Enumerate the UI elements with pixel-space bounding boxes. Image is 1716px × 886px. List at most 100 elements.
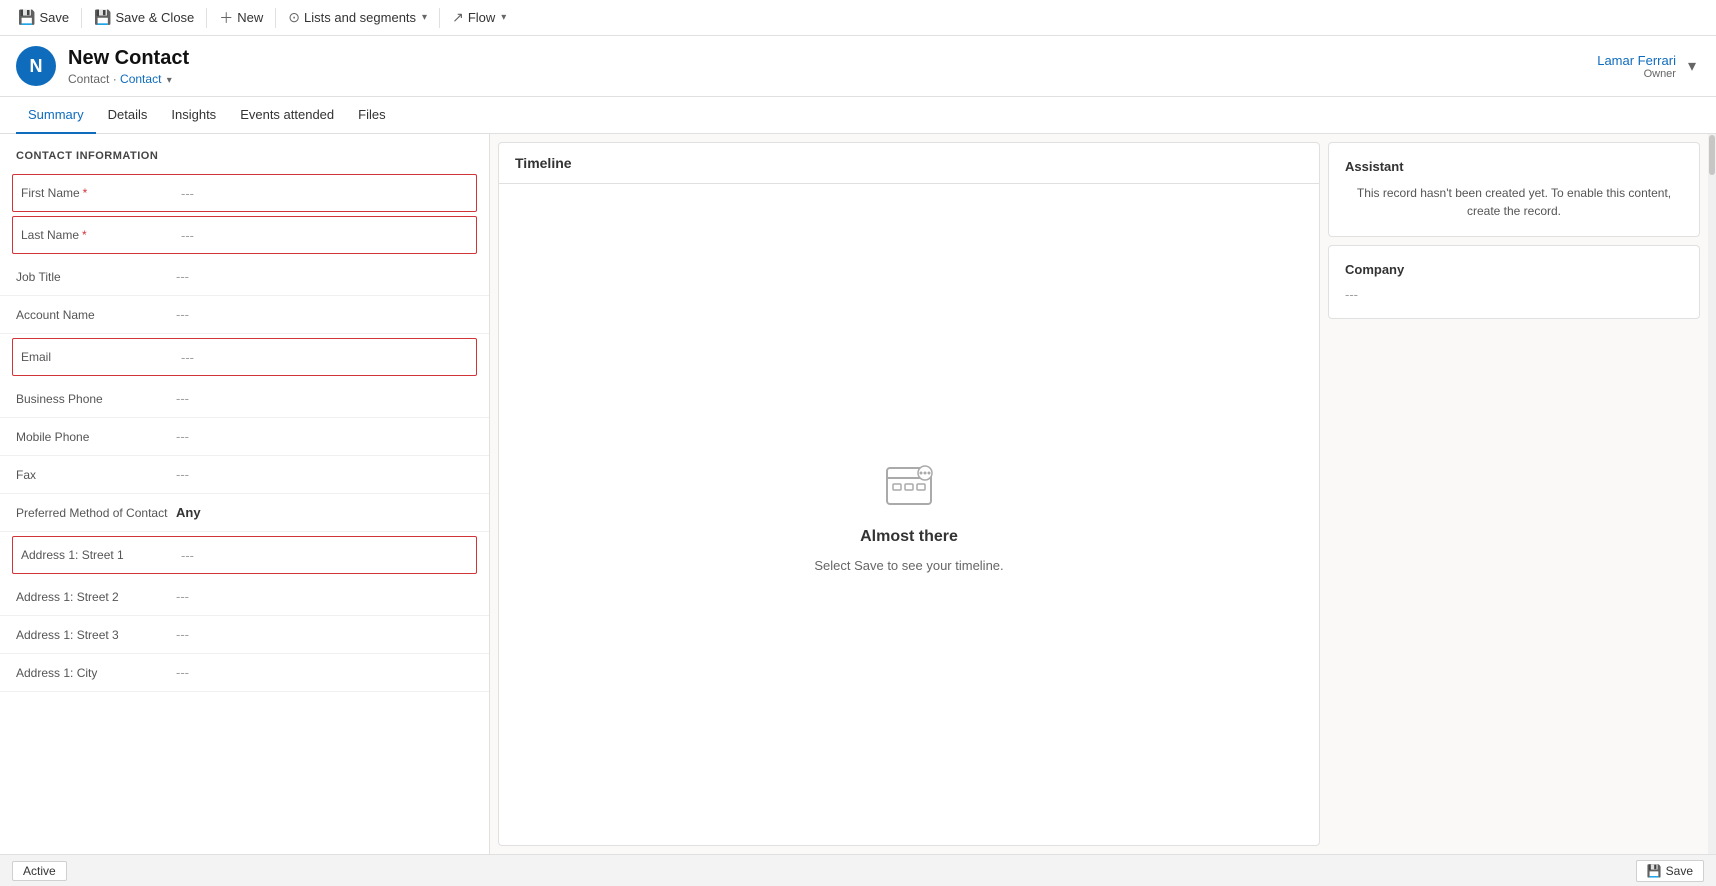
fax-value: ---	[176, 467, 473, 482]
owner-name[interactable]: Lamar Ferrari	[1597, 53, 1676, 68]
record-info: New Contact Contact · Contact ▾	[68, 47, 189, 86]
owner-role: Owner	[1597, 68, 1676, 80]
new-button[interactable]: ＋ New	[209, 0, 273, 36]
address-street3-label: Address 1: Street 3	[16, 628, 176, 642]
toolbar-separator-4	[439, 8, 440, 28]
flow-dropdown-arrow: ▾	[501, 12, 506, 23]
tab-details[interactable]: Details	[96, 97, 160, 134]
job-title-value: ---	[176, 269, 473, 284]
lists-segments-label: Lists and segments	[304, 10, 416, 25]
toolbar: 💾 Save 💾 Save & Close ＋ New ⊙ Lists and …	[0, 0, 1716, 36]
address-street2-label: Address 1: Street 2	[16, 590, 176, 604]
timeline-empty-state: Almost there Select Save to see your tim…	[499, 184, 1319, 845]
lists-segments-dropdown-arrow: ▾	[422, 12, 427, 23]
header-expand-button[interactable]: ▾	[1684, 52, 1700, 80]
account-name-row[interactable]: Account Name ---	[0, 296, 489, 334]
mobile-phone-row[interactable]: Mobile Phone ---	[0, 418, 489, 456]
record-title: New Contact	[68, 47, 189, 70]
toolbar-separator-1	[81, 8, 82, 28]
right-panel: Assistant This record hasn't been create…	[1328, 134, 1708, 854]
tab-files[interactable]: Files	[346, 97, 397, 134]
preferred-contact-row[interactable]: Preferred Method of Contact Any	[0, 494, 489, 532]
left-panel: CONTACT INFORMATION First Name * --- Las…	[0, 134, 490, 854]
address-city-row[interactable]: Address 1: City ---	[0, 654, 489, 692]
status-badge[interactable]: Active	[12, 861, 67, 881]
job-title-row[interactable]: Job Title ---	[0, 258, 489, 296]
preferred-contact-value: Any	[176, 505, 473, 520]
save-label: Save	[39, 10, 69, 25]
mobile-phone-label: Mobile Phone	[16, 430, 176, 444]
tab-insights[interactable]: Insights	[159, 97, 228, 134]
mobile-phone-value: ---	[176, 429, 473, 444]
record-icon: N	[16, 46, 56, 86]
flow-button[interactable]: ↗ Flow ▾	[442, 0, 516, 36]
company-title: Company	[1345, 262, 1683, 277]
address-street2-row[interactable]: Address 1: Street 2 ---	[0, 578, 489, 616]
new-icon: ＋	[219, 8, 233, 28]
business-phone-row[interactable]: Business Phone ---	[0, 380, 489, 418]
flow-label: Flow	[468, 10, 495, 25]
account-name-label: Account Name	[16, 308, 176, 322]
lists-segments-icon: ⊙	[288, 9, 300, 26]
last-name-value: ---	[181, 228, 468, 243]
record-header-left: N New Contact Contact · Contact ▾	[16, 46, 189, 86]
address-street3-row[interactable]: Address 1: Street 3 ---	[0, 616, 489, 654]
save-button[interactable]: 💾 Save	[8, 0, 79, 36]
main-content: CONTACT INFORMATION First Name * --- Las…	[0, 134, 1716, 854]
address-street3-value: ---	[176, 627, 473, 642]
bottom-save-label: Save	[1666, 864, 1693, 878]
email-row[interactable]: Email ---	[12, 338, 477, 376]
assistant-card: Assistant This record hasn't been create…	[1328, 142, 1700, 237]
address-street2-value: ---	[176, 589, 473, 604]
assistant-title: Assistant	[1345, 159, 1683, 174]
assistant-message: This record hasn't been created yet. To …	[1345, 184, 1683, 220]
timeline-empty-text: Select Save to see your timeline.	[814, 558, 1003, 573]
subtitle-type: Contact	[68, 72, 109, 86]
record-header-right: Lamar Ferrari Owner ▾	[1597, 52, 1700, 80]
tab-summary[interactable]: Summary	[16, 97, 96, 134]
bottom-save-icon: 💾	[1647, 864, 1662, 878]
tab-events-attended[interactable]: Events attended	[228, 97, 346, 134]
contact-info-title: CONTACT INFORMATION	[0, 134, 489, 170]
toolbar-separator-3	[275, 8, 276, 28]
subtitle-link[interactable]: Contact	[120, 72, 161, 86]
address-street1-label: Address 1: Street 1	[21, 548, 181, 562]
toolbar-separator-2	[206, 8, 207, 28]
last-name-row[interactable]: Last Name * ---	[12, 216, 477, 254]
bottom-save-button[interactable]: 💾 Save	[1636, 860, 1704, 882]
new-label: New	[237, 10, 263, 25]
business-phone-value: ---	[176, 391, 473, 406]
fax-label: Fax	[16, 468, 176, 482]
fax-row[interactable]: Fax ---	[0, 456, 489, 494]
last-name-required: *	[82, 228, 87, 242]
timeline-empty-title: Almost there	[860, 528, 958, 546]
lists-segments-button[interactable]: ⊙ Lists and segments ▾	[278, 0, 437, 36]
scroll-track[interactable]	[1708, 134, 1716, 854]
flow-icon: ↗	[452, 9, 464, 26]
preferred-contact-label: Preferred Method of Contact	[16, 506, 176, 520]
tab-bar: Summary Details Insights Events attended…	[0, 97, 1716, 134]
address-street1-value: ---	[181, 548, 468, 563]
save-close-button[interactable]: 💾 Save & Close	[84, 0, 204, 36]
business-phone-label: Business Phone	[16, 392, 176, 406]
first-name-row[interactable]: First Name * ---	[12, 174, 477, 212]
timeline-empty-icon	[879, 456, 939, 516]
last-name-label: Last Name *	[21, 228, 181, 242]
save-close-label: Save & Close	[116, 10, 195, 25]
bottom-bar: Active 💾 Save	[0, 854, 1716, 886]
address-street1-row[interactable]: Address 1: Street 1 ---	[12, 536, 477, 574]
timeline-panel: Timeline Almost there Select Save to see…	[498, 142, 1320, 846]
address-city-label: Address 1: City	[16, 666, 176, 680]
timeline-title: Timeline	[499, 143, 1319, 184]
company-value: ---	[1345, 287, 1683, 302]
email-label: Email	[21, 350, 181, 364]
first-name-required: *	[83, 186, 88, 200]
record-header: N New Contact Contact · Contact ▾ Lamar …	[0, 36, 1716, 97]
subtitle-dropdown-arrow[interactable]: ▾	[167, 75, 172, 86]
record-subtitle: Contact · Contact ▾	[68, 72, 189, 86]
save-close-icon: 💾	[94, 9, 111, 26]
company-card: Company ---	[1328, 245, 1700, 319]
scroll-thumb[interactable]	[1709, 135, 1715, 175]
save-icon: 💾	[18, 9, 35, 26]
email-value: ---	[181, 350, 468, 365]
